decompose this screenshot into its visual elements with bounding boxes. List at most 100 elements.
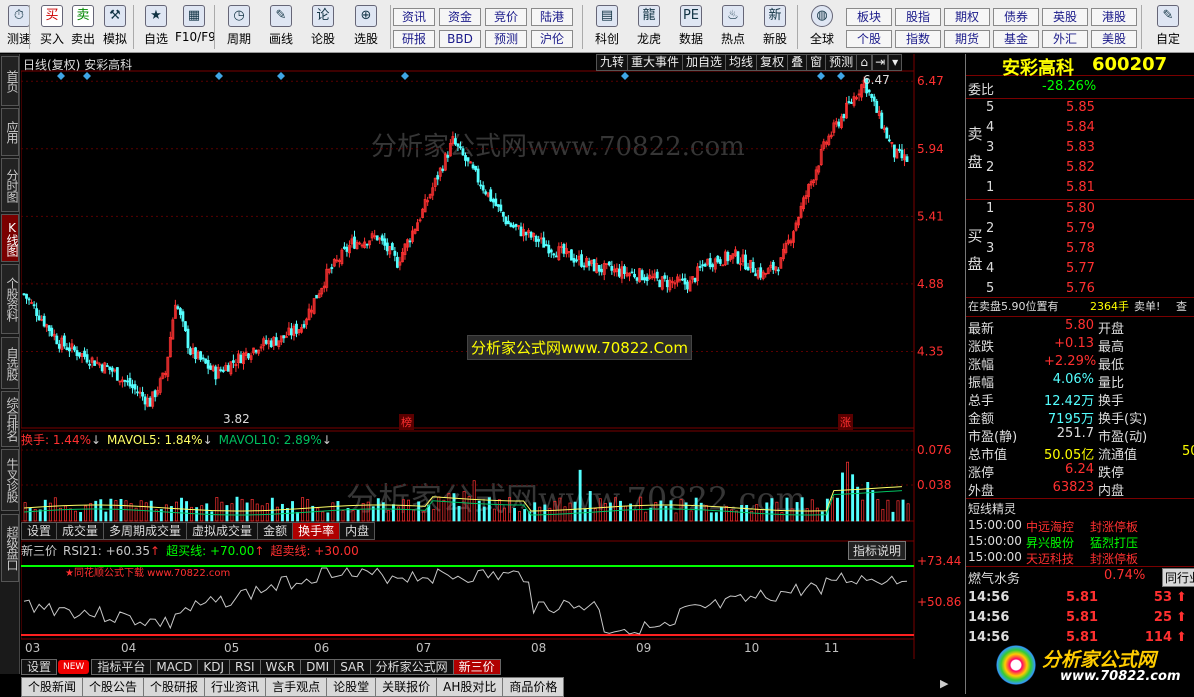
info-tab-5[interactable]: 论股堂: [326, 677, 377, 697]
toolbar-market-button[interactable]: 债券: [993, 8, 1039, 26]
short-spirit-title[interactable]: 短线精灵: [968, 500, 1016, 517]
indicator-tab-7[interactable]: DMI: [300, 659, 336, 675]
chart-top-button-1[interactable]: 重大事件: [627, 54, 684, 71]
webi-row[interactable]: 委比 -28.26%: [966, 79, 1194, 98]
volume-tab-5[interactable]: 换手率: [292, 522, 341, 540]
info-tab-2[interactable]: 个股研报: [143, 677, 206, 697]
stat-row[interactable]: 金额 7195万 换手(实): [966, 408, 1194, 427]
ask-row[interactable]: 2 5.82: [966, 160, 1194, 178]
info-tab-3[interactable]: 行业资讯: [204, 677, 267, 697]
volume-tab-4[interactable]: 金额: [257, 522, 294, 540]
stat-row[interactable]: 振幅 4.06% 量比: [966, 372, 1194, 391]
chart-top-button-2[interactable]: 加自选: [682, 54, 727, 71]
toolbar-grid-button[interactable]: 陆港: [531, 8, 573, 26]
toolbar-market-button[interactable]: 板块: [846, 8, 892, 26]
info-tab-1[interactable]: 个股公告: [82, 677, 145, 697]
indicator-explain-button[interactable]: 指标说明: [848, 541, 907, 560]
volume-tab-2[interactable]: 多周期成交量: [103, 522, 188, 540]
stat-row[interactable]: 涨幅 +2.29% 最低: [966, 354, 1194, 373]
toolbar-market-button[interactable]: 外汇: [1042, 30, 1088, 48]
toolbar-grid-button[interactable]: 资讯: [393, 8, 435, 26]
toolbar-custom-button[interactable]: ✎ 自定: [1146, 2, 1190, 51]
toolbar-market-button[interactable]: 指数: [895, 30, 941, 48]
lock-icon[interactable]: ⌂: [856, 54, 873, 71]
notice-search-button[interactable]: 查: [1176, 298, 1187, 314]
volume-tab-0[interactable]: 设置: [21, 522, 58, 540]
big-order-notice[interactable]: 在卖盘5.90位置有 2364手 卖单! 查: [966, 298, 1194, 316]
info-tab-4[interactable]: 言手观点: [265, 677, 328, 697]
left-tab-2[interactable]: 分时图: [1, 158, 19, 212]
toolbar-market-button[interactable]: 股指: [895, 8, 941, 26]
volume-tab-6[interactable]: 内盘: [339, 522, 376, 540]
chart-top-button-7[interactable]: 预测: [825, 54, 858, 71]
toolbar-ipo-button[interactable]: 新新股: [755, 2, 795, 51]
chart-top-button-0[interactable]: 九转: [596, 54, 629, 71]
bid-row[interactable]: 4 5.77: [966, 261, 1194, 279]
toolbar-dragon-button[interactable]: 龍龙虎: [629, 2, 669, 51]
toolbar-star-button[interactable]: ★ 自选: [137, 2, 175, 51]
toolbar-chart-button[interactable]: ▤ 科创: [587, 2, 627, 51]
tick-row[interactable]: 14:56 5.81 53 ⬆: [966, 590, 1194, 608]
toolbar-market-button[interactable]: 期权: [944, 8, 990, 26]
volume-tab-1[interactable]: 成交量: [56, 522, 105, 540]
volume-tab-3[interactable]: 虚拟成交量: [186, 522, 259, 540]
indicator-tab-2[interactable]: 指标平台: [91, 659, 152, 675]
stat-row[interactable]: 最新 5.80 开盘: [966, 318, 1194, 337]
indicator-tab-9[interactable]: 分析家公式网: [369, 659, 454, 675]
stat-row[interactable]: 总市值 50.05亿 流通值: [966, 444, 1194, 463]
toolbar-hammer-button[interactable]: ⚒ 模拟: [96, 2, 134, 51]
kline-chart-area[interactable]: 分析家公式网www.70822.com 分析家公式网www.70822.com …: [21, 54, 964, 659]
bottom-scroll-right-icon[interactable]: ▶: [940, 677, 958, 695]
toolbar-pen-button[interactable]: ✎ 画线: [262, 2, 300, 51]
indicator-tab-8[interactable]: SAR: [334, 659, 371, 675]
ask-row[interactable]: 4 5.84: [966, 120, 1194, 138]
indicator-tab-1[interactable]: NEW: [58, 660, 90, 674]
bid-row[interactable]: 2 5.79: [966, 221, 1194, 239]
toolbar-globe-button[interactable]: ◍ 全球: [800, 2, 844, 51]
toolbar-grid-button[interactable]: 资金: [439, 8, 481, 26]
indicator-tab-0[interactable]: 设置: [21, 659, 58, 675]
ask-row[interactable]: 3 5.83: [966, 140, 1194, 158]
dropdown-icon[interactable]: ▾: [888, 54, 903, 71]
stat-row[interactable]: 总手 12.42万 换手: [966, 390, 1194, 409]
toolbar-grid-button[interactable]: ▦ F10/F9: [175, 2, 216, 51]
stat-row[interactable]: 涨停 6.24 跌停: [966, 462, 1194, 481]
stat-row[interactable]: 外盘 63823 内盘: [966, 480, 1194, 499]
indicator-tab-10[interactable]: 新三价: [452, 659, 501, 675]
left-tab-4[interactable]: 个股资料: [1, 264, 19, 334]
toolbar-market-button[interactable]: 基金: [993, 30, 1039, 48]
indicator-tab-3[interactable]: MACD: [150, 659, 199, 675]
info-tab-6[interactable]: 关联报价: [375, 677, 438, 697]
indicator-tab-5[interactable]: RSI: [229, 659, 261, 675]
toolbar-market-button[interactable]: 美股: [1091, 30, 1137, 48]
sector-row[interactable]: 燃气水务 0.74% 同行业: [966, 568, 1194, 587]
same-industry-button[interactable]: 同行业: [1162, 568, 1194, 587]
toolbar-comment-button[interactable]: 论论股: [304, 2, 342, 51]
toolbar-grid-button[interactable]: 沪伦: [531, 30, 573, 48]
toolbar-hot-button[interactable]: ♨ 热点: [713, 2, 753, 51]
stat-row[interactable]: 涨跌 +0.13 最高: [966, 336, 1194, 355]
bid-row[interactable]: 3 5.78: [966, 241, 1194, 259]
info-tab-7[interactable]: AH股对比: [436, 677, 504, 697]
toolbar-magnify-button[interactable]: ⊕ 选股: [347, 2, 385, 51]
ask-row[interactable]: 5 5.85: [966, 100, 1194, 118]
chart-top-button-3[interactable]: 均线: [725, 54, 758, 71]
toolbar-market-button[interactable]: 英股: [1042, 8, 1088, 26]
indicator-tab-4[interactable]: KDJ: [197, 659, 230, 675]
info-tab-0[interactable]: 个股新闻: [21, 677, 84, 697]
chart-top-button-6[interactable]: 窗: [806, 54, 827, 71]
indicator-tab-6[interactable]: W&R: [259, 659, 302, 675]
toolbar-grid-button[interactable]: 研报: [393, 30, 435, 48]
ask-row[interactable]: 1 5.81: [966, 180, 1194, 198]
left-tab-5[interactable]: 自选股: [1, 337, 19, 389]
chart-top-button-5[interactable]: 叠: [787, 54, 808, 71]
left-tab-8[interactable]: 超级盘口: [1, 514, 19, 582]
left-tab-6[interactable]: 综合排名: [1, 391, 19, 447]
chart-top-button-4[interactable]: 复权: [756, 54, 789, 71]
arrow-right-icon[interactable]: ⇥: [872, 54, 889, 71]
toolbar-market-button[interactable]: 期货: [944, 30, 990, 48]
left-tab-3[interactable]: K线图: [1, 214, 19, 262]
toolbar-grid-button[interactable]: BBD: [439, 30, 481, 48]
toolbar-market-button[interactable]: 个股: [846, 30, 892, 48]
bid-row[interactable]: 1 5.80: [966, 201, 1194, 219]
